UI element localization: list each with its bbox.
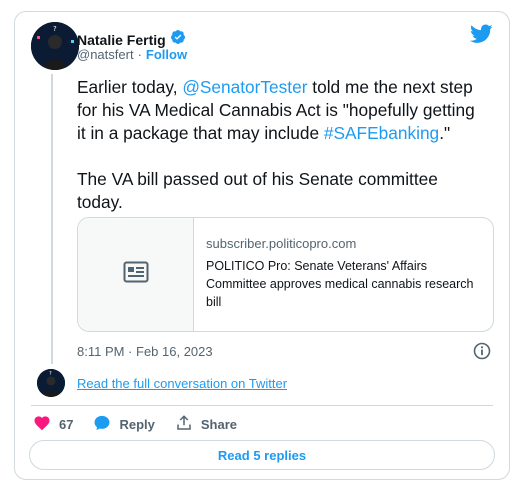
divider [31, 405, 493, 406]
twitter-bird-icon[interactable] [470, 24, 493, 44]
link-body: subscriber.politicopro.com POLITICO Pro:… [194, 218, 493, 331]
author-name[interactable]: Natalie Fertig [77, 32, 166, 48]
like-count: 67 [59, 417, 74, 432]
tweet-text-segment: Earlier today, [77, 77, 183, 97]
share-label: Share [200, 417, 238, 432]
svg-text:?: ? [49, 371, 52, 377]
author-avatar[interactable]: ? [31, 22, 79, 70]
read-replies-button[interactable]: Read 5 replies [29, 440, 495, 470]
link-thumbnail [78, 218, 194, 331]
tweet-timestamp[interactable]: 8:11 PM · Feb 16, 2023 [77, 344, 213, 359]
heart-icon [33, 414, 51, 435]
thread-line [51, 74, 53, 364]
link-domain: subscriber.politicopro.com [206, 236, 357, 251]
reply-label: Reply [119, 417, 155, 432]
reply-bubble-icon [93, 414, 111, 435]
separator: · [137, 47, 142, 62]
tweet-text: Earlier today, @SenatorTester told me th… [77, 76, 487, 214]
info-icon[interactable] [473, 342, 491, 360]
tweet-embed: ? Natalie Fertig @natsfert · Follow Earl… [14, 11, 510, 480]
share-button[interactable]: Share [175, 414, 237, 435]
follow-button[interactable]: Follow [146, 47, 187, 62]
author-handle-row: @natsfert · Follow [77, 47, 187, 62]
action-bar: 67 Reply Share [33, 414, 257, 435]
mention-link[interactable]: @SenatorTester [182, 77, 307, 97]
hashtag-link[interactable]: #SAFEbanking [324, 123, 439, 143]
reply-button[interactable]: Reply [93, 414, 155, 435]
like-button[interactable]: 67 [33, 414, 73, 435]
author-handle[interactable]: @natsfert [77, 47, 134, 62]
svg-text:?: ? [53, 25, 57, 33]
link-title: POLITICO Pro: Senate Veterans' Affairs C… [206, 259, 474, 309]
author-avatar-small[interactable]: ? [37, 369, 65, 397]
article-icon [123, 261, 149, 288]
read-conversation-link[interactable]: Read the full conversation on Twitter [77, 376, 287, 391]
share-icon [175, 414, 193, 435]
link-preview-card[interactable]: subscriber.politicopro.com POLITICO Pro:… [77, 217, 494, 332]
